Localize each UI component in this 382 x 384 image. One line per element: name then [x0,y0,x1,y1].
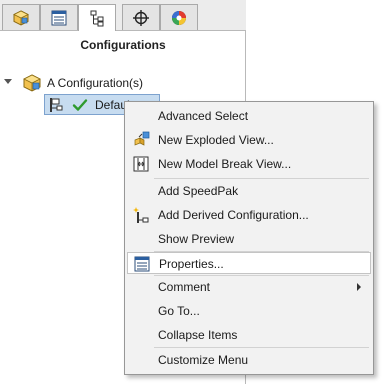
active-checkmark-icon [72,99,88,111]
menu-separator [154,178,369,179]
dimxpert-crosshair-icon [133,9,149,26]
derived-configuration-icon [133,207,149,223]
menu-item-comment[interactable]: Comment [127,276,371,298]
display-manager-icon [172,10,186,25]
tab-property-manager[interactable] [40,4,78,30]
context-menu: Advanced Select New Exploded View... New… [124,101,374,375]
menu-item-label: Add Derived Configuration... [158,208,309,222]
menu-item-collapse-items[interactable]: Collapse Items [127,324,371,346]
menu-item-go-to[interactable]: Go To... [127,300,371,322]
menu-item-label: Properties... [159,257,224,271]
solidworks-configuration-panel: Configurations A Configuration(s) Defaul… [0,0,382,384]
properties-icon [134,256,150,272]
menu-item-advanced-select[interactable]: Advanced Select [127,105,371,127]
tab-display-manager[interactable] [160,4,198,30]
submenu-arrow-icon [357,283,361,291]
manager-tab-bar [0,0,246,31]
configuration-manager-icon [90,10,104,27]
tab-configuration-manager[interactable] [78,4,116,31]
menu-item-label: Add SpeedPak [158,184,239,198]
menu-item-label: Collapse Items [158,328,238,342]
menu-item-label: Advanced Select [158,109,249,123]
menu-separator [154,347,369,348]
menu-item-label: Comment [158,280,211,294]
tree-root-label[interactable]: A Configuration(s) [47,76,143,90]
menu-item-label: Customize Menu [158,353,249,367]
part-feature-tree-icon [13,9,29,26]
tree-expand-arrow-icon[interactable] [4,79,12,84]
model-break-view-icon [133,156,149,172]
menu-item-label: Go To... [158,304,200,318]
menu-item-label: Show Preview [158,232,235,246]
menu-item-add-derived-configuration[interactable]: Add Derived Configuration... [127,204,371,226]
menu-item-label: New Exploded View... [158,133,274,147]
configuration-part-icon [23,74,41,92]
panel-title: Configurations [80,38,166,52]
menu-item-new-model-break-view[interactable]: New Model Break View... [127,153,371,175]
menu-item-show-preview[interactable]: Show Preview [127,228,371,250]
property-manager-icon [51,10,67,25]
menu-item-new-exploded-view[interactable]: New Exploded View... [127,129,371,151]
tab-dimxpert-manager[interactable] [122,4,160,30]
exploded-view-icon [134,131,150,146]
tab-feature-manager[interactable] [2,4,40,30]
configuration-node-icon [50,98,63,112]
menu-item-customize-menu[interactable]: Customize Menu [127,349,371,371]
menu-item-properties[interactable]: Properties... [127,252,371,274]
menu-item-label: New Model Break View... [158,157,292,171]
menu-item-add-speedpak[interactable]: Add SpeedPak [127,180,371,202]
